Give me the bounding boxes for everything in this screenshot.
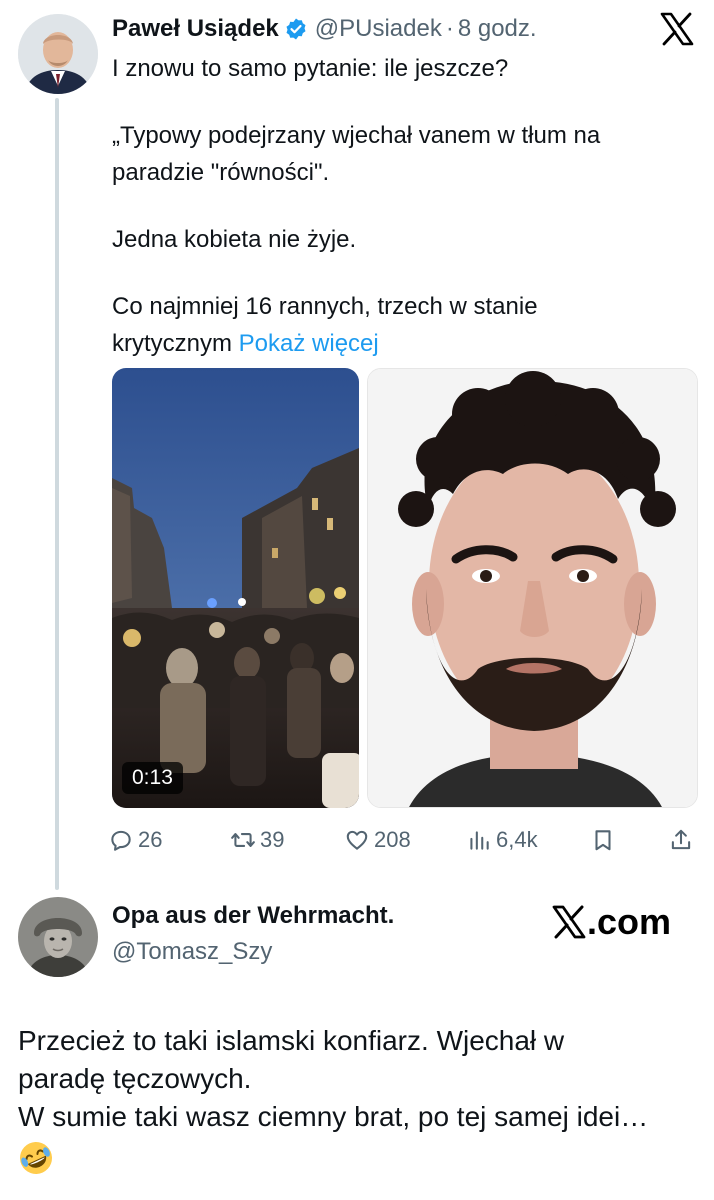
tweet-text-line: Jedna kobieta nie żyje.	[112, 226, 357, 253]
reply-button[interactable]: 26	[108, 820, 162, 860]
reply-author-handle[interactable]: @Tomasz_Szy	[112, 938, 272, 966]
tweet-action-bar: 26 39 208 6,4k	[108, 820, 698, 860]
reply-text-line: Przecież to taki islamski konfiarz. Wjec…	[18, 1025, 565, 1056]
bookmark-icon	[595, 830, 611, 851]
reply-emoji-line	[18, 1136, 708, 1176]
author-avatar[interactable]	[18, 14, 98, 94]
tweet-text-line: paradzie "równości".	[112, 159, 330, 186]
young-man-headshot-icon	[368, 369, 697, 807]
tweet-timestamp[interactable]: 8 godz.	[458, 15, 537, 43]
xcom-watermark: .com	[552, 900, 671, 944]
bookmark-button[interactable]	[590, 820, 620, 860]
view-count: 6,4k	[496, 827, 538, 852]
heart-icon	[346, 830, 368, 850]
show-more-link[interactable]: Pokaż więcej	[239, 330, 379, 357]
reply-text-line: W sumie taki wasz ciemny brat, po tej sa…	[18, 1101, 649, 1132]
tweet-text-line: „Typowy podejrzany wjechał vanem w tłum …	[112, 122, 601, 149]
like-button[interactable]: 208	[344, 820, 411, 860]
views-button[interactable]: 6,4k	[466, 820, 538, 860]
video-thumbnail[interactable]: 0:13	[112, 368, 359, 808]
man-in-suit-icon	[18, 14, 98, 94]
night-street-crowd-icon	[112, 368, 359, 808]
like-count: 208	[374, 827, 411, 852]
reply-author-display-name[interactable]: Opa aus der Wehrmacht.	[112, 902, 394, 930]
author-handle[interactable]: @PUsiadek	[315, 15, 442, 43]
reply-text-line: paradę tęczowych.	[18, 1063, 252, 1094]
author-display-name[interactable]: Paweł Usiądek	[112, 15, 279, 43]
photo-thumbnail[interactable]	[367, 368, 698, 808]
share-icon	[671, 829, 691, 850]
x-logo-icon[interactable]	[660, 12, 694, 46]
views-chart-icon	[470, 831, 489, 850]
repost-icon	[231, 833, 255, 847]
tweet-text-line: I znowu to samo pytanie: ile jeszcze?	[112, 55, 509, 82]
soldier-helmet-icon	[18, 897, 98, 977]
repost-button[interactable]: 39	[230, 820, 284, 860]
verified-badge-icon	[286, 18, 306, 40]
video-duration: 0:13	[122, 762, 183, 794]
tweet-header: Paweł Usiądek @PUsiadek · 8 godz.	[112, 12, 537, 46]
reply-count: 26	[138, 827, 163, 852]
reply-body: Przecież to taki islamski konfiarz. Wjec…	[18, 1022, 708, 1176]
xcom-domain-label: .com	[587, 901, 672, 942]
repost-count: 39	[260, 827, 285, 852]
time-separator: ·	[445, 15, 454, 42]
reply-icon	[111, 830, 131, 851]
reply-author-avatar[interactable]	[18, 897, 98, 977]
thread-connector-line	[55, 98, 59, 890]
tweet-text-line: krytycznym Pokaż więcej	[112, 330, 379, 357]
share-button[interactable]	[668, 820, 698, 860]
x-logo-icon	[552, 905, 586, 939]
rofl-emoji	[18, 1139, 54, 1174]
rofl-emoji-icon	[20, 1141, 52, 1174]
tweet-text-line: Co najmniej 16 rannych, trzech w stanie	[112, 293, 538, 320]
tweet-body: I znowu to samo pytanie: ile jeszcze? „T…	[112, 50, 702, 362]
